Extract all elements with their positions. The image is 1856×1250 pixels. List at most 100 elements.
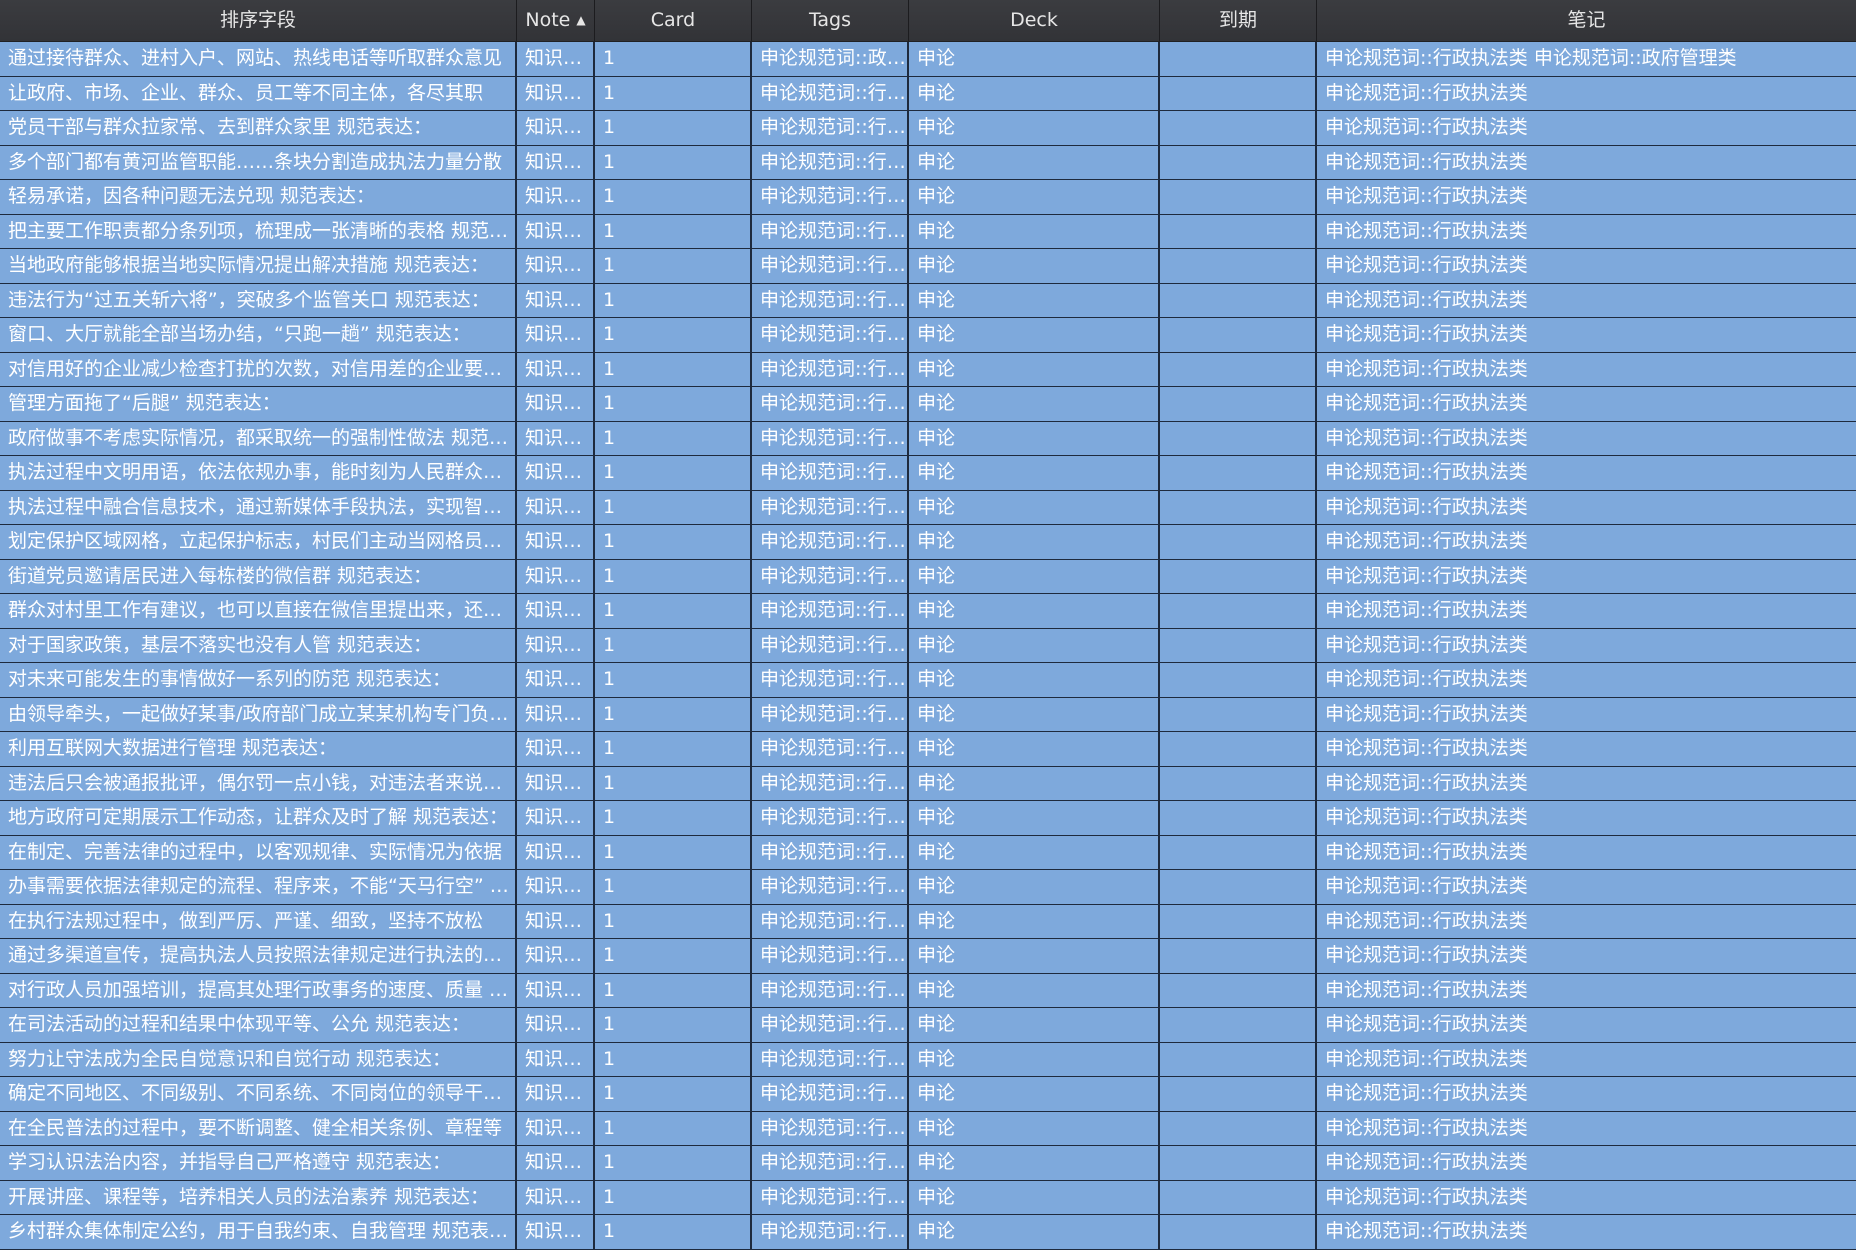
cell-tags: 申论规范词::行… (752, 145, 909, 179)
cell-tags: 申论规范词::行… (752, 111, 909, 145)
cell-due (1160, 249, 1317, 283)
table-row[interactable]: 利用互联网大数据进行管理 规范表达： 知识… 1 申论规范词::行… 申论 申论规范词::… (0, 732, 1856, 767)
table-row[interactable]: 把主要工作职责都分条列项，梳理成一张清晰的表格 规范表达： 知识… 1 申论规范词::… (0, 214, 1856, 249)
cell-card: 1 (595, 525, 752, 559)
cell-sort-field: 政府做事不考虑实际情况，都采取统一的强制性做法 规范表达： (0, 421, 517, 455)
column-header-tags[interactable]: Tags (752, 0, 909, 41)
table-row[interactable]: 违法行为“过五关斩六将”，突破多个监管关口 规范表达： 知识… 1 申论规范词::行…… (0, 283, 1856, 318)
cell-notes: 申论规范词::行政执法类 (1325, 1220, 1528, 1242)
cell-note: 知识… (517, 973, 595, 1007)
table-row[interactable]: 多个部门都有黄河监管职能……条块分割造成执法力量分散 知识… 1 申论规范词::行… 申… (0, 145, 1856, 180)
table-row[interactable]: 乡村群众集体制定公约，用于自我约束、自我管理 规范表达： 知识… 1 申论规范词::行… (0, 1215, 1856, 1250)
cell-card: 1 (595, 145, 752, 179)
cell-tags: 申论规范词::行… (752, 249, 909, 283)
cell-card: 1 (595, 283, 752, 317)
table-row[interactable]: 办事需要依据法律规定的流程、程序来，不能“天马行空” 规范表达：知识…1申论规范… (0, 870, 1856, 905)
table-row[interactable]: 违法后只会被通报批评，偶尔罚一点小钱，对违法者来说不痛不痒 知识… 1 申论规范词::… (0, 766, 1856, 801)
cell-tags: 申论规范词::行… (752, 387, 909, 421)
cell-deck: 申论 (909, 1042, 1160, 1076)
table-row[interactable]: 对未来可能发生的事情做好一系列的防范 规范表达： 知识… 1 申论规范词::行… 申论 申… (0, 663, 1856, 698)
cell-tags: 申论规范词::行… (752, 973, 909, 1007)
table-row[interactable]: 通过多渠道宣传，提高执法人员按照法律规定进行执法的意识 知识… 1 申论规范词::行…… (0, 939, 1856, 974)
cell-sort-field: 把主要工作职责都分条列项，梳理成一张清晰的表格 规范表达： (0, 214, 517, 248)
table-row[interactable]: 执法过程中融合信息技术，通过新媒体手段执法，实现智能化 知识… 1 申论规范词::行…… (0, 490, 1856, 525)
table-row[interactable]: 由领导牵头，一起做好某事/政府部门成立某某机构专门负责某事 知识… 1 申论规范词::… (0, 697, 1856, 732)
table-row[interactable]: 在司法活动的过程和结果中体现平等、公允 规范表达： 知识… 1 申论规范词::行… 申论… (0, 1008, 1856, 1043)
cell-card: 1 (595, 801, 752, 835)
table-row[interactable]: 努力让守法成为全民自觉意识和自觉行动 规范表达： 知识… 1 申论规范词::行… 申论 申… (0, 1042, 1856, 1077)
cell-due (1160, 387, 1317, 421)
cell-card: 1 (595, 42, 752, 76)
table-row[interactable]: 对行政人员加强培训，提高其处理行政事务的速度、质量 规范表达：知识…1申论规范词… (0, 973, 1856, 1008)
column-header-deck[interactable]: Deck (909, 0, 1160, 41)
cell-sort-field: 通过接待群众、进村入户、网站、热线电话等听取群众意见 (0, 42, 517, 76)
table-row[interactable]: 让政府、市场、企业、群众、员工等不同主体，各尽其职 知识… 1 申论规范词::行… 申论… (0, 76, 1856, 111)
cell-notes: 申论规范词::行政执法类 (1325, 668, 1528, 690)
table-row[interactable]: 对信用好的企业减少检查打扰的次数，对信用差的企业要加大检查 知识… 1 申论规范词::… (0, 352, 1856, 387)
table-row[interactable]: 在全民普法的过程中，要不断调整、健全相关条例、章程等 知识… 1 申论规范词::行… 申… (0, 1111, 1856, 1146)
cell-due (1160, 766, 1317, 800)
cell-notes: 申论规范词::行政执法类 (1325, 116, 1528, 138)
cell-due (1160, 214, 1317, 248)
table-row[interactable]: 划定保护区域网格，立起保护标志，村民们主动当网格员参与 知识… 1 申论规范词::行…… (0, 525, 1856, 560)
cell-sort-field: 利用互联网大数据进行管理 规范表达： (0, 732, 517, 766)
cell-deck: 申论 (909, 835, 1160, 869)
cell-due (1160, 904, 1317, 938)
cell-deck: 申论 (909, 1146, 1160, 1180)
cell-deck: 申论 (909, 318, 1160, 352)
table-row[interactable]: 群众对村里工作有建议，也可以直接在微信里提出来，还能及时反馈知识…1申论规范词:… (0, 594, 1856, 629)
cell-sort-field: 多个部门都有黄河监管职能……条块分割造成执法力量分散 (0, 145, 517, 179)
table-row[interactable]: 在制定、完善法律的过程中，以客观规律、实际情况为依据 知识… 1 申论规范词::行… 申… (0, 835, 1856, 870)
table-row[interactable]: 在执行法规过程中，做到严厉、严谨、细致，坚持不放松 知识… 1 申论规范词::行… 申论… (0, 904, 1856, 939)
table-row[interactable]: 当地政府能够根据当地实际情况提出解决措施 规范表达： 知识… 1 申论规范词::行… 申… (0, 249, 1856, 284)
cell-deck: 申论 (909, 594, 1160, 628)
cell-card: 1 (595, 594, 752, 628)
table-row[interactable]: 执法过程中文明用语，依法依规办事，能时刻为人民群众着想 知识… 1 申论规范词::行…… (0, 456, 1856, 491)
table-row[interactable]: 党员干部与群众拉家常、去到群众家里 规范表达： 知识… 1 申论规范词::行… 申论 申论… (0, 111, 1856, 146)
cell-deck: 申论 (909, 732, 1160, 766)
cell-card: 1 (595, 939, 752, 973)
column-header-card[interactable]: Card (595, 0, 752, 41)
cell-due (1160, 283, 1317, 317)
column-header-sort-field[interactable]: 排序字段 (0, 0, 517, 41)
cell-deck: 申论 (909, 1008, 1160, 1042)
cell-deck: 申论 (909, 490, 1160, 524)
cell-due (1160, 525, 1317, 559)
cell-card: 1 (595, 732, 752, 766)
cell-notes: 申论规范词::行政执法类 (1325, 323, 1528, 345)
cell-due (1160, 76, 1317, 110)
cell-due (1160, 456, 1317, 490)
cell-sort-field: 对于国家政策，基层不落实也没有人管 规范表达： (0, 628, 517, 662)
table-row[interactable]: 开展讲座、课程等，培养相关人员的法治素养 规范表达： 知识… 1 申论规范词::行… 申… (0, 1180, 1856, 1215)
cell-notes: 申论规范词::行政执法类 (1325, 254, 1528, 276)
cell-sort-field: 划定保护区域网格，立起保护标志，村民们主动当网格员参与 (0, 525, 517, 559)
cell-due (1160, 1146, 1317, 1180)
column-header-note[interactable]: Note ▲ (517, 0, 595, 41)
cell-card: 1 (595, 111, 752, 145)
cell-sort-field: 当地政府能够根据当地实际情况提出解决措施 规范表达： (0, 249, 517, 283)
table-row[interactable]: 确定不同地区、不同级别、不同系统、不同岗位的领导干部职责 知识… 1 申论规范词::行… (0, 1077, 1856, 1112)
table-row[interactable]: 对于国家政策，基层不落实也没有人管 规范表达： 知识… 1 申论规范词::行… 申论 申论… (0, 628, 1856, 663)
table-row[interactable]: 政府做事不考虑实际情况，都采取统一的强制性做法 规范表达： 知识… 1 申论规范词::… (0, 421, 1856, 456)
cell-note: 知识… (517, 663, 595, 697)
cell-tags: 申论规范词::行… (752, 1111, 909, 1145)
table-row[interactable]: 街道党员邀请居民进入每栋楼的微信群 规范表达： 知识… 1 申论规范词::行… 申论 申论… (0, 559, 1856, 594)
table-row[interactable]: 地方政府可定期展示工作动态，让群众及时了解 规范表达： 知识… 1 申论规范词::行…… (0, 801, 1856, 836)
cell-card: 1 (595, 1077, 752, 1111)
cell-due (1160, 973, 1317, 1007)
cell-due (1160, 697, 1317, 731)
table-row[interactable]: 窗口、大厅就能全部当场办结，“只跑一趟” 规范表达： 知识… 1 申论规范词::行… 申… (0, 318, 1856, 353)
cell-deck: 申论 (909, 145, 1160, 179)
table-row[interactable]: 轻易承诺，因各种问题无法兑现 规范表达： 知识… 1 申论规范词::行… 申论 申论规范词… (0, 180, 1856, 215)
cell-deck: 申论 (909, 766, 1160, 800)
cell-note: 知识… (517, 249, 595, 283)
table-row[interactable]: 学习认识法治内容，并指导自己严格遵守 规范表达： 知识… 1 申论规范词::行… 申论 申… (0, 1146, 1856, 1181)
column-header-notes[interactable]: 笔记 (1317, 0, 1856, 41)
column-header-due[interactable]: 到期 (1160, 0, 1317, 41)
table-row[interactable]: 通过接待群众、进村入户、网站、热线电话等听取群众意见 知识… 1 申论规范词::政… 申… (0, 42, 1856, 77)
cell-sort-field: 执法过程中文明用语，依法依规办事，能时刻为人民群众着想 (0, 456, 517, 490)
cell-tags: 申论规范词::行… (752, 76, 909, 110)
cell-deck: 申论 (909, 663, 1160, 697)
table-row[interactable]: 管理方面拖了“后腿” 规范表达： 知识… 1 申论规范词::行… 申论 申论规范词::行政… (0, 387, 1856, 422)
cell-due (1160, 180, 1317, 214)
